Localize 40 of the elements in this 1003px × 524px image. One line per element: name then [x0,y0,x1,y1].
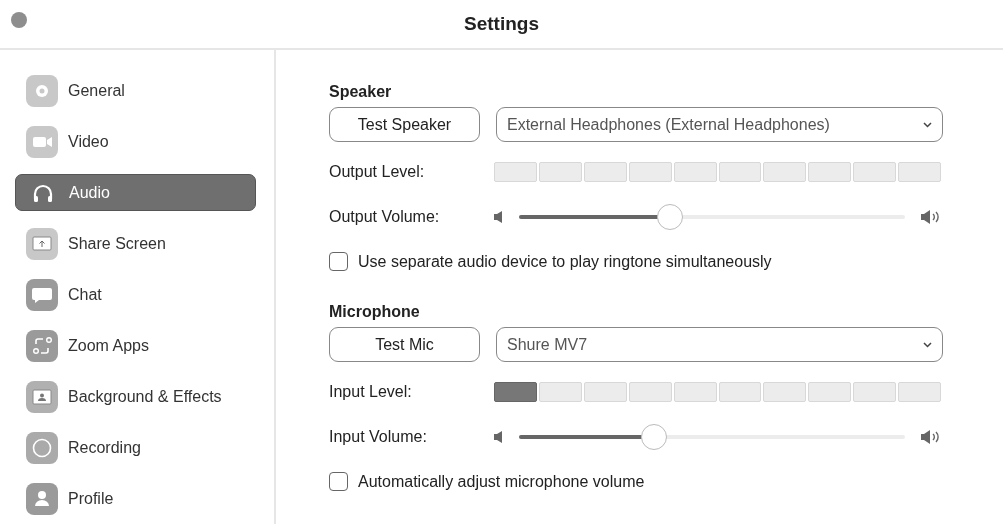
checkbox-label: Automatically adjust microphone volume [358,472,645,491]
person-icon [26,482,58,515]
sidebar-item[interactable]: Share Screen [15,225,256,262]
speaker-high-icon [921,430,941,444]
sidebar-item[interactable]: Profile [15,480,256,517]
section-heading: Microphone [329,303,421,321]
sidebar-item[interactable]: Zoom Apps [15,327,256,364]
section-heading: Speaker [329,83,393,101]
sidebar-item[interactable]: Recording [15,429,256,466]
volume-label: Output Volume: [329,208,441,226]
chevron-down-icon [923,121,932,128]
speaker-low-icon [494,211,503,223]
chevron-down-icon [923,341,932,348]
speaker-low-icon [494,431,503,443]
window-close-button[interactable] [11,12,27,28]
device-dropdown[interactable]: Shure MV7 [496,327,943,362]
slider-thumb[interactable] [656,204,683,230]
sidebar-item[interactable]: Background & Effects [15,378,256,415]
speaker-high-icon [921,210,941,224]
slider-thumb[interactable] [641,424,668,450]
checkbox[interactable] [329,252,348,271]
video-camera-icon [26,125,58,158]
level-label: Input Level: [329,383,413,401]
test-button[interactable]: Test Speaker [329,107,480,142]
checkbox[interactable] [329,472,348,491]
window-title: Settings [464,13,539,35]
sidebar-item[interactable]: General [15,72,256,109]
chat-bubble-icon [26,278,58,311]
sidebar-item[interactable]: Video [15,123,256,160]
apps-icon [26,329,58,362]
background-icon [26,380,58,413]
checkbox-label: Use separate audio device to play ringtone simultaneously [358,252,772,271]
test-button[interactable]: Test Mic [329,327,480,362]
level-label: Output Level: [329,163,426,181]
sidebar-item[interactable]: Chat [15,276,256,313]
record-icon [26,431,58,464]
share-screen-icon [26,227,58,260]
device-dropdown[interactable]: External Headphones (External Headphones) [496,107,943,142]
sidebar-item[interactable]: Audio [15,174,256,211]
volume-label: Input Volume: [329,428,428,446]
